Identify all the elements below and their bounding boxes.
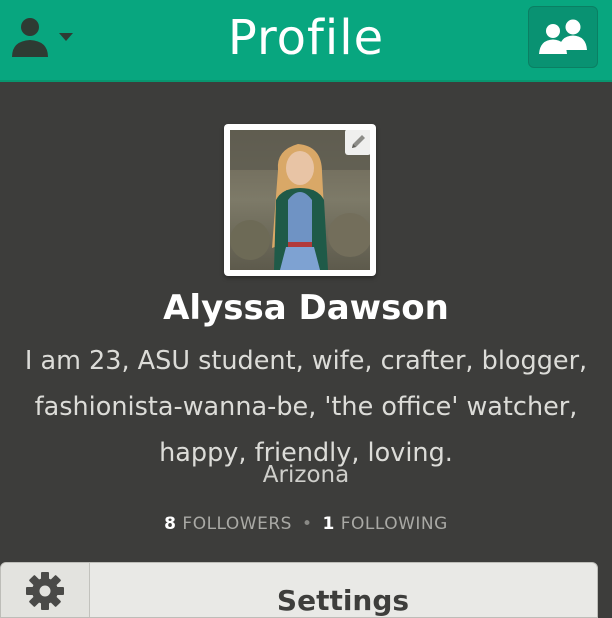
friends-button[interactable] xyxy=(528,6,598,68)
separator-dot: • xyxy=(301,514,313,534)
following-label: FOLLOWING xyxy=(340,514,448,534)
edit-photo-button[interactable] xyxy=(344,128,372,156)
gear-icon xyxy=(26,572,64,610)
followers-count: 8 xyxy=(164,514,177,534)
profile-photo-frame[interactable] xyxy=(224,124,376,276)
settings-bar: Settings xyxy=(0,562,598,618)
gear-button[interactable] xyxy=(1,563,90,617)
following-link[interactable]: 1 FOLLOWING xyxy=(322,514,447,534)
app-header: Profile xyxy=(0,0,612,82)
follow-stats: 8 FOLLOWERS • 1 FOLLOWING xyxy=(0,510,612,538)
following-count: 1 xyxy=(322,514,335,534)
page-title: Profile xyxy=(227,10,385,66)
profile-location: Arizona xyxy=(262,462,350,488)
pencil-icon xyxy=(345,129,371,155)
settings-button[interactable]: Settings xyxy=(89,581,597,617)
profile-name: Alyssa Dawson xyxy=(163,288,449,328)
people-icon xyxy=(539,19,587,54)
followers-label: FOLLOWERS xyxy=(182,514,292,534)
followers-link[interactable]: 8 FOLLOWERS xyxy=(164,514,292,534)
